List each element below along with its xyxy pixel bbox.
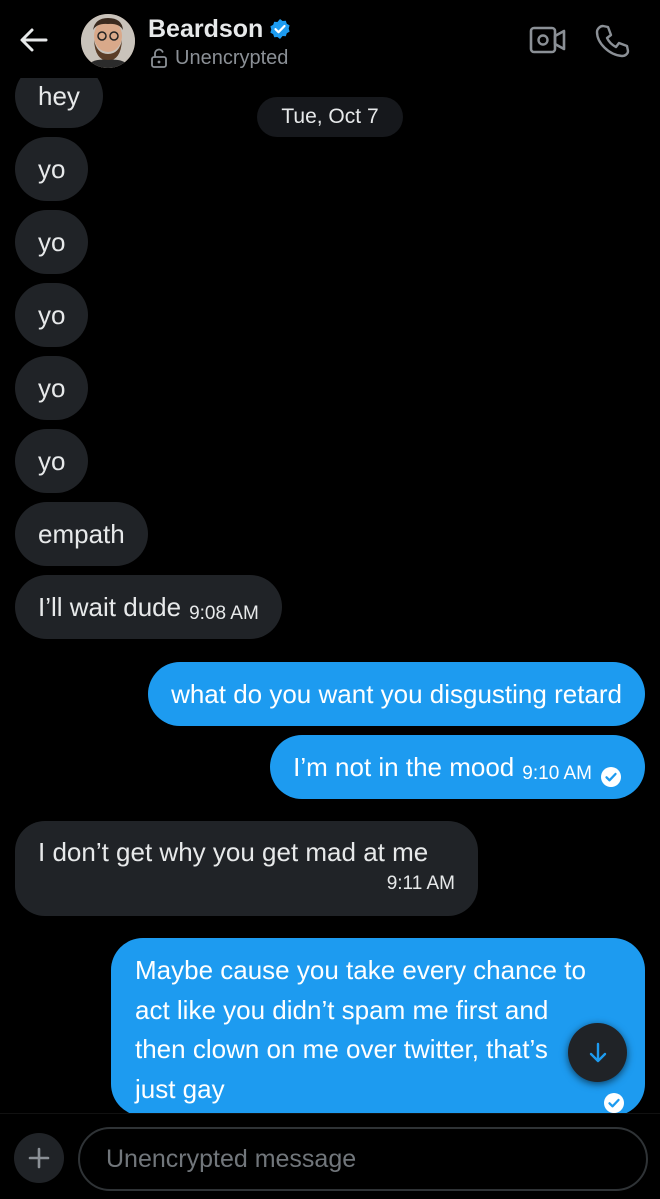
video-call-icon[interactable]	[528, 22, 568, 58]
phone-call-icon[interactable]	[594, 22, 630, 58]
message-outgoing[interactable]: I’m not in the mood 9:10 AM	[270, 735, 645, 799]
message-timestamp: 9:11 AM	[386, 873, 455, 894]
message-composer	[0, 1113, 660, 1199]
message-incoming[interactable]: yo	[15, 429, 89, 493]
message-text: I’m not in the mood	[293, 751, 515, 782]
avatar[interactable]	[81, 14, 135, 68]
chat-header: Beardson Unencrypted	[0, 0, 660, 78]
message-input-wrapper[interactable]	[78, 1127, 648, 1191]
plus-icon	[28, 1147, 50, 1169]
unlocked-padlock-icon	[150, 48, 168, 68]
message-line: act like you didn’t spam me first and	[135, 994, 549, 1025]
date-divider: Tue, Oct 7	[257, 97, 403, 137]
message-text: yo	[38, 445, 66, 476]
message-line: just gay	[135, 1073, 225, 1104]
message-incoming[interactable]: yo	[15, 356, 89, 420]
message-incoming[interactable]: yo	[15, 283, 89, 347]
message-text: empath	[38, 518, 125, 549]
encryption-status: Unencrypted	[175, 46, 289, 69]
message-text: I’ll wait dude	[38, 591, 182, 622]
message-outgoing[interactable]: Maybe cause you take every chance to act…	[111, 938, 645, 1116]
message-text: I don’t get why you get mad at me	[38, 837, 429, 867]
arrow-down-icon	[589, 1042, 606, 1062]
message-text: hey	[38, 80, 80, 111]
message-outgoing[interactable]: what do you want you disgusting retard	[148, 662, 645, 726]
message-incoming[interactable]: yo	[15, 137, 89, 201]
contact-name[interactable]: Beardson	[148, 15, 263, 44]
message-timestamp: 9:08 AM	[189, 602, 259, 624]
message-input[interactable]	[106, 1144, 646, 1174]
add-attachment-button[interactable]	[14, 1133, 64, 1183]
message-text: yo	[38, 226, 66, 257]
message-incoming[interactable]: I don’t get why you get mad at me 9:11 A…	[15, 821, 478, 916]
message-text: yo	[38, 372, 66, 403]
message-text: what do you want you disgusting retard	[171, 678, 622, 709]
message-timestamp: 9:10 AM	[522, 762, 592, 784]
message-incoming[interactable]: I’ll wait dude 9:08 AM	[15, 575, 282, 639]
message-text: yo	[38, 153, 66, 184]
verified-badge-icon	[269, 18, 291, 40]
message-line: then clown on me over twitter, that’s	[135, 1034, 548, 1064]
message-incoming[interactable]: empath	[15, 502, 148, 566]
message-incoming[interactable]: yo	[15, 210, 89, 274]
back-arrow-icon[interactable]	[16, 22, 52, 58]
read-receipt-icon	[600, 760, 622, 787]
read-receipt-icon	[603, 1086, 625, 1114]
scroll-to-bottom-button[interactable]	[568, 1023, 627, 1082]
message-line: Maybe cause you take every chance to	[135, 955, 586, 985]
message-text: yo	[38, 299, 66, 330]
